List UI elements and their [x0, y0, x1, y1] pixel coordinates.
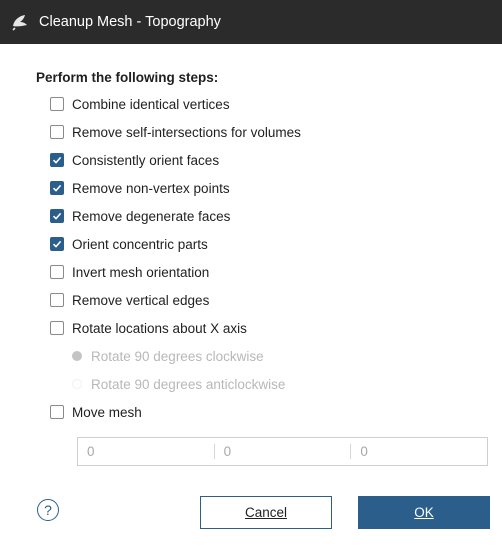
radio-rotate-clockwise: Rotate 90 degrees clockwise [72, 346, 264, 366]
step-remove-degenerate-faces[interactable]: Remove degenerate faces [50, 206, 230, 226]
window-title: Cleanup Mesh - Topography [39, 14, 221, 30]
radio-selected-icon [72, 351, 82, 361]
step-invert-mesh-orientation[interactable]: Invert mesh orientation [50, 262, 209, 282]
step-remove-vertical-edges[interactable]: Remove vertical edges [50, 290, 209, 310]
dialog-body: Perform the following steps: Combine ide… [0, 44, 502, 552]
checkbox-checked[interactable] [50, 153, 64, 167]
title-bar: Cleanup Mesh - Topography [0, 0, 502, 44]
step-label: Remove self-intersections for volumes [72, 124, 301, 140]
step-orient-concentric-parts[interactable]: Orient concentric parts [50, 234, 208, 254]
help-icon[interactable]: ? [37, 499, 59, 521]
checkbox[interactable] [50, 97, 64, 111]
step-rotate-about-x-axis[interactable]: Rotate locations about X axis [50, 318, 247, 338]
checkbox-checked[interactable] [50, 209, 64, 223]
move-mesh-vector-input: 0 0 0 [77, 437, 488, 466]
cancel-label: Cancel [244, 505, 288, 520]
move-y-field: 0 [215, 438, 351, 465]
move-x-field: 0 [78, 438, 214, 465]
checkmark-icon [52, 156, 62, 164]
steps-heading: Perform the following steps: [36, 70, 219, 85]
checkmark-icon [52, 240, 62, 248]
step-remove-self-intersections[interactable]: Remove self-intersections for volumes [50, 122, 301, 142]
move-z-field: 0 [351, 438, 487, 465]
cleanup-mesh-dialog: Cleanup Mesh - Topography Perform the fo… [0, 0, 502, 552]
cancel-button[interactable]: Cancel [200, 496, 332, 529]
step-consistently-orient-faces[interactable]: Consistently orient faces [50, 150, 219, 170]
step-label: Remove degenerate faces [72, 208, 231, 224]
app-logo-icon [10, 12, 30, 32]
radio-label: Rotate 90 degrees clockwise [91, 348, 264, 364]
step-label: Combine identical vertices [72, 96, 230, 112]
checkbox[interactable] [50, 405, 64, 419]
radio-rotate-anticlockwise: Rotate 90 degrees anticlockwise [72, 374, 285, 394]
radio-unselected-icon [72, 379, 82, 389]
radio-label: Rotate 90 degrees anticlockwise [91, 376, 286, 392]
checkbox-checked[interactable] [50, 181, 64, 195]
step-label: Consistently orient faces [72, 152, 220, 168]
step-remove-non-vertex-points[interactable]: Remove non-vertex points [50, 178, 230, 198]
step-label: Orient concentric parts [72, 236, 208, 252]
step-label: Invert mesh orientation [72, 264, 210, 280]
checkbox[interactable] [50, 125, 64, 139]
step-label: Remove vertical edges [72, 292, 210, 308]
checkbox-checked[interactable] [50, 237, 64, 251]
move-x-value: 0 [87, 444, 95, 459]
checkbox[interactable] [50, 321, 64, 335]
checkbox[interactable] [50, 293, 64, 307]
ok-label: OK [414, 505, 434, 520]
checkmark-icon [52, 212, 62, 220]
step-combine-identical-vertices[interactable]: Combine identical vertices [50, 94, 230, 114]
checkbox[interactable] [50, 265, 64, 279]
step-label: Remove non-vertex points [72, 180, 230, 196]
step-label: Move mesh [72, 404, 142, 420]
checkmark-icon [52, 184, 62, 192]
move-z-value: 0 [360, 444, 368, 459]
step-move-mesh[interactable]: Move mesh [50, 402, 142, 422]
move-y-value: 0 [223, 444, 232, 459]
step-label: Rotate locations about X axis [72, 320, 247, 336]
ok-button[interactable]: OK [358, 496, 490, 529]
